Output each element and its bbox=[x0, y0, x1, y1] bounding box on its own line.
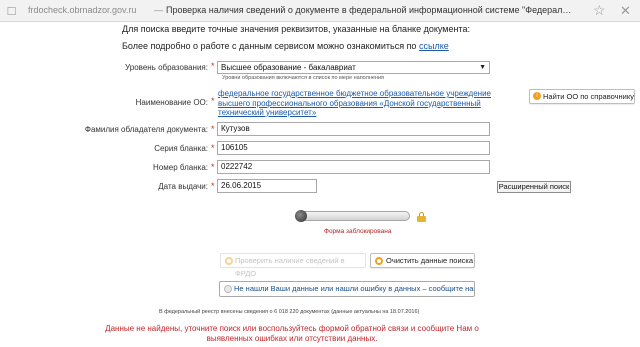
url-domain[interactable]: frdocheck.obrnadzor.gov.ru bbox=[28, 5, 136, 15]
lock-body bbox=[417, 216, 426, 222]
feedback-icon bbox=[224, 285, 232, 293]
required-marker: * bbox=[211, 143, 215, 153]
lock-icon bbox=[417, 212, 426, 222]
report-error-label: Не нашли Ваши данные или нашли ошибку в … bbox=[234, 284, 475, 293]
captcha-slider-track[interactable] bbox=[295, 211, 410, 221]
required-marker: * bbox=[211, 61, 215, 71]
education-level-hint: Уровни образования включаются в список п… bbox=[222, 75, 385, 81]
find-organization-button[interactable]: i Найти ОО по справочнику bbox=[529, 89, 635, 104]
required-marker: * bbox=[211, 124, 215, 134]
required-marker: * bbox=[211, 96, 215, 106]
page-title: Проверка наличия сведений о документе в … bbox=[166, 5, 576, 15]
required-marker: * bbox=[211, 181, 215, 191]
issue-date-label: Дата выдачи: bbox=[158, 182, 208, 191]
star-icon[interactable]: ☆ bbox=[593, 2, 606, 18]
search-icon bbox=[225, 257, 233, 265]
surname-label: Фамилия обладателя документа: bbox=[84, 125, 208, 134]
clear-search-label: Очистить данные поиска bbox=[386, 256, 473, 265]
dropdown-arrow-icon: ▼ bbox=[479, 64, 486, 71]
check-records-button[interactable]: Проверить наличие сведений в ФРДО bbox=[220, 253, 366, 278]
url-separator: — bbox=[154, 5, 163, 15]
series-input[interactable]: 106105 bbox=[217, 141, 490, 155]
education-level-value: Высшее образование - бакалавриат bbox=[221, 63, 356, 72]
number-label: Номер бланка: bbox=[153, 163, 208, 172]
organization-label: Наименование ОО: bbox=[135, 98, 208, 107]
browser-address-bar[interactable]: □ frdocheck.obrnadzor.gov.ru — Проверка … bbox=[0, 0, 640, 22]
error-message: Данные не найдены, уточните поиск или во… bbox=[105, 324, 479, 343]
clear-icon bbox=[375, 257, 383, 265]
captcha-slider-handle[interactable] bbox=[295, 210, 307, 222]
organization-value-link[interactable]: федеральное государственное бюджетное об… bbox=[218, 89, 496, 118]
clear-search-button[interactable]: Очистить данные поиска bbox=[370, 253, 475, 268]
form-locked-status: Форма заблокирована bbox=[324, 228, 392, 235]
issue-date-input[interactable]: 26.06.2015 bbox=[217, 179, 317, 193]
education-level-select[interactable]: Высшее образование - бакалавриат ▼ bbox=[217, 61, 490, 74]
number-input[interactable]: 0222742 bbox=[217, 160, 490, 174]
registry-note: В федеральный реестр внесены сведения о … bbox=[159, 309, 420, 315]
advanced-search-button[interactable]: Расширенный поиск bbox=[497, 181, 571, 193]
check-records-label: Проверить наличие сведений в ФРДО bbox=[235, 256, 345, 278]
close-icon[interactable]: ✕ bbox=[620, 3, 631, 18]
report-error-button[interactable]: Не нашли Ваши данные или нашли ошибку в … bbox=[219, 281, 475, 297]
document-icon: □ bbox=[7, 3, 16, 18]
surname-input[interactable]: Кутузов bbox=[217, 122, 490, 136]
find-organization-label: Найти ОО по справочнику bbox=[543, 92, 634, 101]
required-marker: * bbox=[211, 162, 215, 172]
help-link[interactable]: ссылке bbox=[419, 41, 449, 51]
intro-instructions: Для поиска введите точные значения рекви… bbox=[122, 24, 470, 34]
info-icon: i bbox=[533, 92, 541, 100]
education-level-label: Уровень образования: bbox=[125, 63, 208, 72]
series-label: Серия бланка: bbox=[154, 144, 208, 153]
intro-more-info: Более подробно о работе с данным сервисо… bbox=[122, 41, 449, 51]
intro-more-info-text: Более подробно о работе с данным сервисо… bbox=[122, 41, 417, 51]
